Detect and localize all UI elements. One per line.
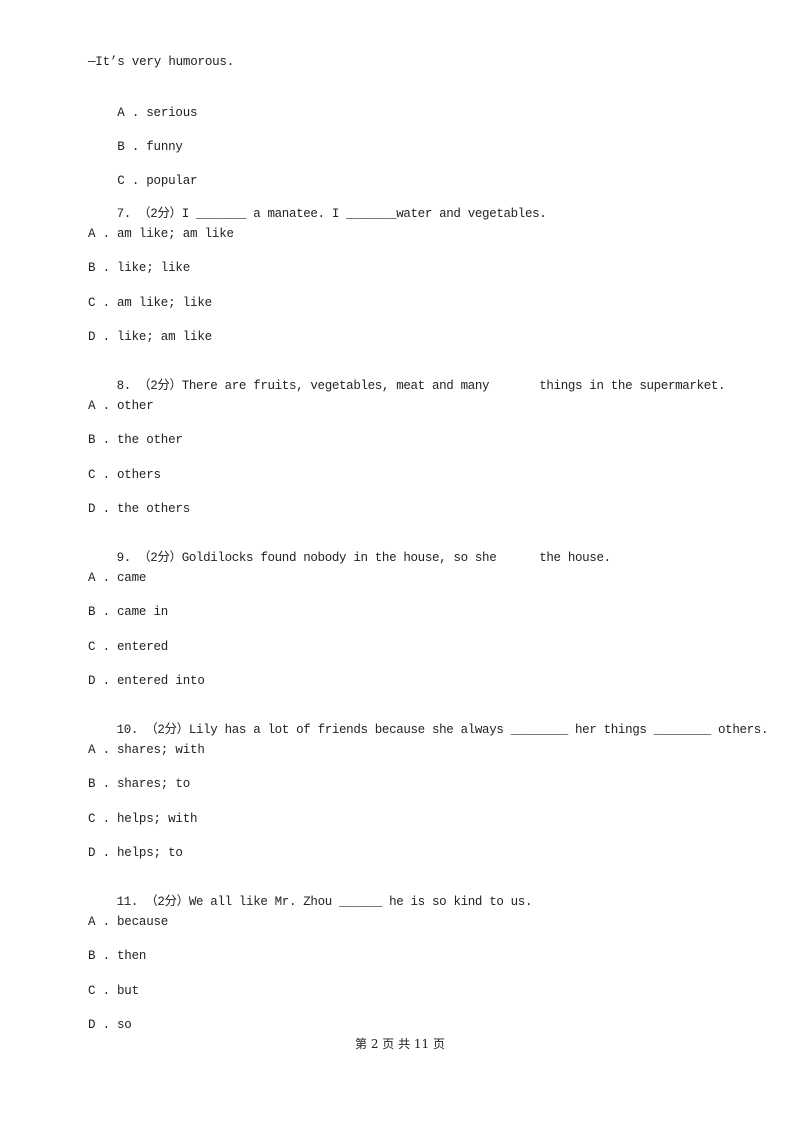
option-letter: C .: [88, 296, 110, 310]
option-text: the other: [117, 433, 183, 447]
question-text: There are fruits, vegetables, meat and m…: [181, 379, 726, 393]
option-row: D . like; am like: [88, 329, 212, 345]
question-8-stem: 8. （2分）There are fruits, vegetables, mea…: [88, 362, 726, 410]
question-text: I _______ a manatee. I _______water and …: [181, 207, 547, 221]
option-letter: B .: [88, 605, 110, 619]
exam-page: —It’s very humorous. A . serious B . funny…: [0, 0, 800, 1132]
option-text: came: [117, 571, 147, 585]
question-number: 8.: [116, 379, 132, 393]
option-text: because: [117, 915, 169, 929]
option-row: D . so: [88, 1017, 132, 1033]
option-letter: B .: [117, 140, 140, 154]
option-letter: A .: [88, 399, 110, 413]
option-text: popular: [146, 174, 198, 188]
option-row: D . helps; to: [88, 845, 183, 861]
question-number: 10.: [116, 723, 139, 737]
option-row: A . other: [88, 398, 154, 414]
option-letter: D .: [88, 330, 110, 344]
question-text: We all like Mr. Zhou ______ he is so kin…: [188, 895, 533, 909]
option-letter: D .: [88, 674, 110, 688]
option-row: A . because: [88, 914, 168, 930]
question-score: （2分）: [145, 723, 189, 737]
option-text: but: [117, 984, 139, 998]
option-row: B . shares; to: [88, 776, 190, 792]
option-letter: B .: [88, 261, 110, 275]
option-row: B . then: [88, 948, 146, 964]
question-text: Goldilocks found nobody in the house, so…: [181, 551, 611, 565]
question-score: （2分）: [138, 379, 182, 393]
option-letter: B .: [88, 777, 110, 791]
option-letter: D .: [88, 1018, 110, 1032]
option-row: B . like; like: [88, 260, 190, 276]
option-letter: A .: [88, 915, 110, 929]
option-letter: B .: [88, 433, 110, 447]
option-letter: A .: [88, 571, 110, 585]
question-score: （2分）: [138, 551, 182, 565]
option-text: others: [117, 468, 161, 482]
option-row: A . am like; am like: [88, 226, 234, 242]
option-letter: C .: [88, 812, 110, 826]
option-text: helps; with: [117, 812, 198, 826]
option-letter: C .: [117, 174, 140, 188]
option-row: B . came in: [88, 604, 168, 620]
option-text: am like; like: [117, 296, 212, 310]
option-letter: D .: [88, 502, 110, 516]
option-row: B . the other: [88, 432, 183, 448]
lead-in-text: —It’s very humorous.: [88, 55, 235, 69]
option-letter: B .: [88, 949, 110, 963]
option-text: the others: [117, 502, 191, 516]
option-row: D . entered into: [88, 673, 205, 689]
question-text: Lily has a lot of friends because she al…: [188, 723, 769, 737]
page-number-footer: 第 2 页 共 11 页: [355, 1037, 445, 1051]
option-letter: C .: [88, 640, 110, 654]
option-text: like; like: [117, 261, 191, 275]
option-letter: A .: [117, 106, 140, 120]
option-text: shares; to: [117, 777, 191, 791]
question-number: 9.: [116, 551, 132, 565]
question-9-stem: 9. （2分）Goldilocks found nobody in the ho…: [88, 534, 612, 582]
option-row: C . but: [88, 983, 139, 999]
option-letter: C .: [88, 468, 110, 482]
option-text: other: [117, 399, 154, 413]
option-row: D . the others: [88, 501, 190, 517]
option-letter: C .: [88, 984, 110, 998]
option-letter: A .: [88, 227, 110, 241]
option-row: C . others: [88, 467, 161, 483]
option-text: entered: [117, 640, 169, 654]
option-row: C . helps; with: [88, 811, 198, 827]
question-score: （2分）: [145, 895, 189, 909]
option-text: so: [117, 1018, 132, 1032]
option-row: A . shares; with: [88, 742, 205, 758]
option-text: then: [117, 949, 147, 963]
option-text: am like; am like: [117, 227, 234, 241]
question-score: （2分）: [138, 207, 182, 221]
option-text: serious: [146, 106, 198, 120]
option-row: C . entered: [88, 639, 168, 655]
option-text: entered into: [117, 674, 205, 688]
option-text: like; am like: [117, 330, 212, 344]
option-text: shares; with: [117, 743, 205, 757]
option-text: came in: [117, 605, 169, 619]
option-text: helps; to: [117, 846, 183, 860]
question-number: 7.: [116, 207, 132, 221]
question-number: 11.: [116, 895, 139, 909]
option-letter: D .: [88, 846, 110, 860]
option-row: C . am like; like: [88, 295, 212, 311]
option-row: A . came: [88, 570, 146, 586]
option-letter: A .: [88, 743, 110, 757]
option-text: funny: [146, 140, 183, 154]
